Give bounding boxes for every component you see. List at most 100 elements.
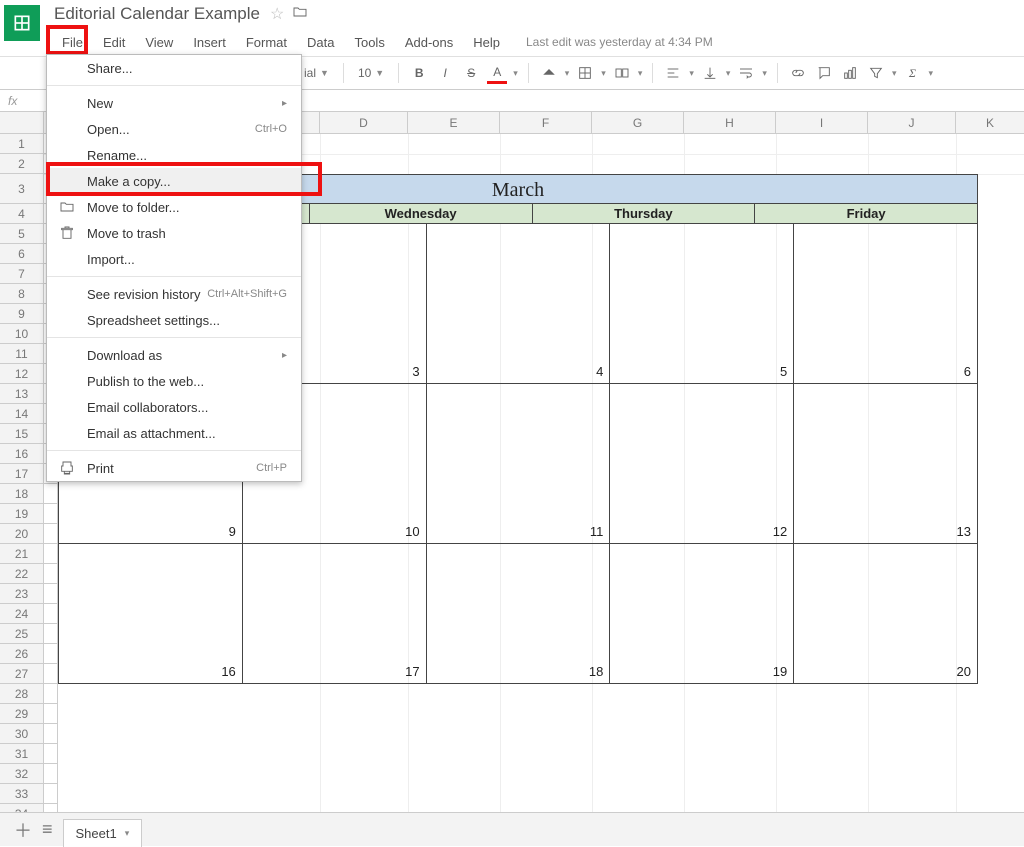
column-header-i[interactable]: I [776,112,868,133]
menu-item-email-attachment[interactable]: Email as attachment... [47,420,301,446]
row-header[interactable]: 32 [0,764,43,784]
row-header[interactable]: 24 [0,604,43,624]
text-color-button[interactable]: A [487,62,507,84]
row-header[interactable]: 20 [0,524,43,544]
italic-button[interactable]: I [435,62,455,84]
menu-data[interactable]: Data [297,31,344,54]
menu-file[interactable]: File [52,31,93,54]
column-header-h[interactable]: H [684,112,776,133]
add-sheet-button[interactable]: ＋ [14,817,32,843]
document-title[interactable]: Editorial Calendar Example [54,4,260,24]
row-header[interactable]: 2 [0,154,43,174]
row-header[interactable]: 19 [0,504,43,524]
row-header[interactable]: 8 [0,284,43,304]
row-header[interactable]: 13 [0,384,43,404]
menu-edit[interactable]: Edit [93,31,135,54]
insert-link-button[interactable] [788,62,808,84]
menu-item-move-to-folder[interactable]: Move to folder... [47,194,301,220]
row-header[interactable]: 28 [0,684,43,704]
menu-item-publish[interactable]: Publish to the web... [47,368,301,394]
row-header[interactable]: 11 [0,344,43,364]
strike-button[interactable]: S [461,62,481,84]
menu-insert[interactable]: Insert [183,31,236,54]
fill-color-button[interactable] [539,62,559,84]
menu-view[interactable]: View [135,31,183,54]
row-header[interactable]: 25 [0,624,43,644]
calendar-cell[interactable]: 17 [243,544,427,684]
row-header[interactable]: 18 [0,484,43,504]
insert-comment-button[interactable] [814,62,834,84]
menu-item-email-collaborators[interactable]: Email collaborators... [47,394,301,420]
star-icon[interactable]: ☆ [270,4,284,24]
menu-item-spreadsheet-settings[interactable]: Spreadsheet settings... [47,307,301,333]
row-header[interactable]: 4 [0,204,43,224]
sheets-logo[interactable] [4,5,40,41]
bold-button[interactable]: B [409,62,429,84]
calendar-cell[interactable]: 20 [794,544,978,684]
menu-format[interactable]: Format [236,31,297,54]
calendar-cell[interactable]: 11 [427,384,611,544]
folder-icon[interactable] [292,4,308,25]
row-header[interactable]: 22 [0,564,43,584]
insert-chart-button[interactable] [840,62,860,84]
column-header-j[interactable]: J [868,112,956,133]
row-header[interactable]: 17 [0,464,43,484]
menu-item-import[interactable]: Import... [47,246,301,272]
chevron-down-icon[interactable]: ▾ [125,828,130,839]
font-size-select[interactable]: 10▼ [354,66,388,80]
all-sheets-button[interactable]: ≡ [42,819,53,840]
row-header[interactable]: 26 [0,644,43,664]
calendar-cell[interactable]: 16 [59,544,243,684]
column-header-f[interactable]: F [500,112,592,133]
row-header[interactable]: 7 [0,264,43,284]
column-header-k[interactable]: K [956,112,1024,133]
menu-item-new[interactable]: New▸ [47,90,301,116]
row-header[interactable]: 15 [0,424,43,444]
row-header[interactable]: 14 [0,404,43,424]
calendar-cell[interactable]: 19 [610,544,794,684]
menu-addons[interactable]: Add-ons [395,31,463,54]
functions-button[interactable]: Σ [902,62,922,84]
column-header-g[interactable]: G [592,112,684,133]
merge-cells-button[interactable] [612,62,632,84]
menu-item-print[interactable]: PrintCtrl+P [47,455,301,481]
h-align-button[interactable] [663,62,683,84]
row-header[interactable]: 12 [0,364,43,384]
menu-item-download-as[interactable]: Download as▸ [47,342,301,368]
day-header[interactable]: Friday [755,204,978,224]
column-header-e[interactable]: E [408,112,500,133]
v-align-button[interactable] [700,62,720,84]
row-header[interactable]: 5 [0,224,43,244]
text-wrap-button[interactable] [736,62,756,84]
calendar-cell[interactable]: 5 [610,224,794,384]
filter-button[interactable] [866,62,886,84]
select-all-corner[interactable] [0,112,44,133]
row-header[interactable]: 3 [0,174,43,204]
font-family-select[interactable]: ial▼ [300,66,333,80]
sheet-tab[interactable]: Sheet1 ▾ [63,819,143,847]
calendar-cell[interactable]: 6 [794,224,978,384]
calendar-cell[interactable]: 13 [794,384,978,544]
menu-item-revision-history[interactable]: See revision historyCtrl+Alt+Shift+G [47,281,301,307]
calendar-cell[interactable]: 12 [610,384,794,544]
menu-item-move-to-trash[interactable]: Move to trash [47,220,301,246]
day-header[interactable]: Wednesday [310,204,533,224]
menu-item-make-a-copy[interactable]: Make a copy... [47,168,301,194]
column-header-d[interactable]: D [320,112,408,133]
borders-button[interactable] [575,62,595,84]
row-header[interactable]: 29 [0,704,43,724]
row-header[interactable]: 31 [0,744,43,764]
row-header[interactable]: 6 [0,244,43,264]
menu-item-share[interactable]: Share... [47,55,301,81]
row-header[interactable]: 16 [0,444,43,464]
menu-tools[interactable]: Tools [344,31,394,54]
calendar-cell[interactable]: 4 [427,224,611,384]
row-header[interactable]: 10 [0,324,43,344]
row-header[interactable]: 1 [0,134,43,154]
row-header[interactable]: 21 [0,544,43,564]
row-header[interactable]: 27 [0,664,43,684]
menu-help[interactable]: Help [463,31,510,54]
row-header[interactable]: 33 [0,784,43,804]
day-header[interactable]: Thursday [533,204,756,224]
menu-item-rename[interactable]: Rename... [47,142,301,168]
